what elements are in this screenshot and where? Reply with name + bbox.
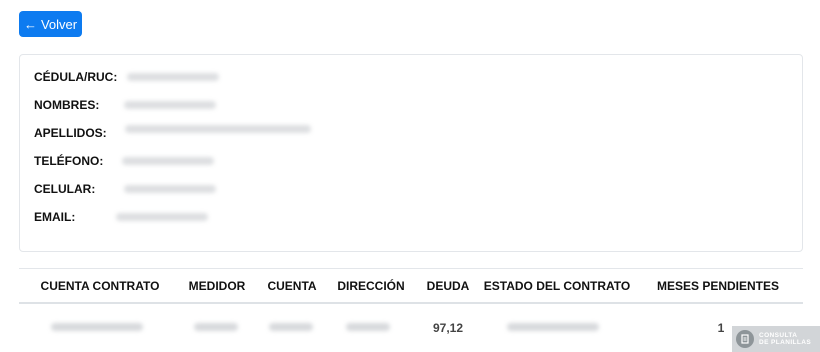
column-header-cuenta-contrato: CUENTA CONTRATO [40, 279, 160, 293]
field-value-cedula-ruc-redacted [127, 73, 220, 81]
field-value-celular-redacted [124, 185, 217, 193]
field-label-email: EMAIL: [34, 210, 76, 224]
column-header-direccion: DIRECCIÓN [337, 279, 405, 293]
back-button[interactable]: ← Volver [19, 11, 82, 37]
field-celular: CELULAR: [34, 181, 217, 197]
cell-cuenta-redacted [269, 323, 313, 331]
watermark-badge: CONSULTA DE PLANILLAS [732, 326, 820, 352]
field-telefono: TELÉFONO: [34, 153, 215, 169]
field-label-cedula-ruc: CÉDULA/RUC: [34, 70, 118, 84]
field-label-nombres: NOMBRES: [34, 98, 100, 112]
cell-medidor-redacted [194, 323, 238, 331]
column-header-medidor: MEDIDOR [188, 279, 246, 293]
cell-deuda: 97,12 [432, 321, 464, 335]
column-header-meses-pendientes: MESES PENDIENTES [656, 279, 780, 293]
field-label-apellidos: APELLIDOS: [34, 126, 107, 140]
field-nombres: NOMBRES: [34, 97, 217, 113]
field-value-nombres-redacted [124, 101, 217, 109]
watermark-text: CONSULTA DE PLANILLAS [759, 332, 811, 346]
client-info-card: CÉDULA/RUC: NOMBRES: APELLIDOS: TELÉFONO… [19, 54, 803, 252]
column-header-cuenta: CUENTA [267, 279, 317, 293]
back-button-label: Volver [40, 16, 78, 32]
watermark-logo-icon [736, 330, 754, 348]
watermark-line-1: CONSULTA [759, 332, 798, 339]
cell-direccion-redacted [346, 323, 390, 331]
field-cedula-ruc: CÉDULA/RUC: [34, 69, 220, 85]
field-value-email-redacted [116, 213, 209, 221]
field-email: EMAIL: [34, 209, 209, 225]
field-value-apellidos-redacted [124, 125, 311, 133]
field-label-celular: CELULAR: [34, 182, 96, 196]
field-apellidos: APELLIDOS: [34, 125, 311, 141]
arrow-left-icon: ← [23, 16, 37, 32]
cell-meses-pendientes: 1 [717, 321, 725, 335]
cell-estado-contrato-redacted [507, 323, 599, 331]
cell-cuenta-contrato-redacted [51, 323, 143, 331]
watermark-line-2: DE PLANILLAS [759, 339, 812, 346]
table-top-divider [19, 268, 803, 269]
column-header-estado-contrato: ESTADO DEL CONTRATO [483, 279, 631, 293]
field-value-telefono-redacted [122, 157, 215, 165]
contracts-table: CUENTA CONTRATO MEDIDOR CUENTA DIRECCIÓN… [19, 268, 803, 352]
field-label-telefono: TELÉFONO: [34, 154, 104, 168]
table-header-divider [19, 302, 803, 304]
column-header-deuda: DEUDA [426, 279, 470, 293]
